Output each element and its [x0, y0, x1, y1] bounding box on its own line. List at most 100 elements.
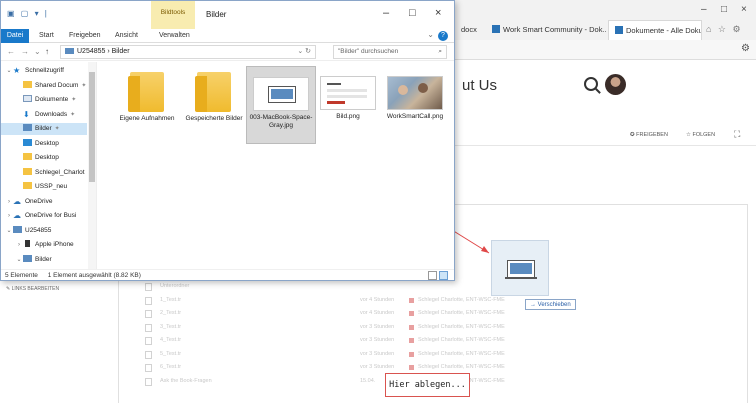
file-name[interactable]: 2_Test.tr — [160, 310, 181, 316]
tab-ansicht[interactable]: Ansicht — [109, 29, 144, 43]
maximize-button[interactable]: □ — [409, 7, 416, 19]
address-controls[interactable]: ⌄ ↻ — [297, 46, 311, 58]
download-icon: ⬇ — [23, 109, 30, 119]
file-item[interactable]: Bild.png — [313, 66, 383, 144]
expand-chevron-icon[interactable]: ⌄ — [5, 65, 13, 77]
nav-item[interactable]: Desktop — [1, 152, 87, 164]
star-icon: ★ — [13, 66, 21, 75]
close-button[interactable]: × — [435, 7, 441, 19]
nav-item[interactable]: ⌄ Bilder — [1, 254, 87, 266]
nav-item[interactable]: Dokumente ✦ — [1, 94, 87, 106]
edit-links-button[interactable]: ✎ LINKS BEARBEITEN — [6, 286, 59, 292]
site-title[interactable]: ut Us — [462, 77, 497, 94]
recent-locations-button[interactable]: ⌄ — [34, 47, 41, 56]
follow-button[interactable]: ☆ FOLGEN — [686, 132, 715, 138]
file-name[interactable]: 5_Test.tr — [160, 351, 181, 357]
title-bar[interactable]: ▣ ▢ ▾ | Bildtools Bilder – □ × — [1, 1, 454, 29]
tab-bildtools[interactable]: Bildtools — [151, 1, 195, 29]
scrollbar-thumb[interactable] — [89, 72, 95, 182]
file-name[interactable]: Ask the Book-Fragen — [160, 378, 212, 384]
nav-item[interactable]: Shared Docum ✦ — [1, 80, 87, 92]
browser-toolbar-icons[interactable]: ⌂ ☆ ⚙ — [706, 24, 743, 35]
tab-datei[interactable]: Datei — [1, 29, 29, 43]
image-thumbnail — [253, 77, 309, 111]
documents-icon — [23, 95, 32, 102]
table-row[interactable]: Unterordner — [145, 282, 545, 294]
share-button[interactable]: ✪ FREIGEBEN — [630, 132, 668, 138]
browser-maximize-button[interactable]: □ — [721, 4, 727, 15]
nav-item[interactable]: › Apple iPhone — [1, 239, 87, 251]
table-row[interactable]: 1_Test.tr vor 4 Stunden Schlegel Charlotte… — [145, 296, 545, 308]
table-row[interactable]: Ask the Book-Fragen15.04.Schlegel Charlo… — [145, 377, 545, 389]
back-button[interactable]: ← — [7, 47, 15, 56]
gear-icon[interactable]: ⚙ — [741, 43, 750, 54]
browser-minimize-button[interactable]: – — [701, 4, 707, 15]
file-name[interactable]: 6_Test.tr — [160, 364, 181, 370]
table-row[interactable]: 5_Test.tr vor 3 Stunden Schlegel Charlotte… — [145, 350, 545, 362]
address-bar[interactable]: U254855 › Bilder ⌄ ↻ — [60, 45, 316, 59]
tab-label: Work Smart Community - Dok... — [503, 25, 606, 34]
file-name[interactable]: 4_Test.tr — [160, 337, 181, 343]
nav-item[interactable]: ⬇ Downloads ✦ — [1, 109, 87, 121]
file-name[interactable]: Unterordner — [160, 283, 189, 289]
expand-chevron-icon[interactable]: › — [5, 196, 13, 208]
nav-item[interactable]: Schlegel_Charlot — [1, 167, 87, 179]
quick-access-toolbar[interactable]: ▣ ▢ ▾ | — [7, 9, 49, 18]
expand-chevron-icon[interactable]: ⌄ — [15, 254, 23, 266]
search-icon[interactable] — [584, 77, 598, 91]
browser-tab-community[interactable]: Work Smart Community - Dok... — [486, 20, 606, 40]
up-button[interactable]: ↑ — [45, 47, 49, 56]
table-row[interactable]: 3_Test.tr vor 3 Stunden Schlegel Charlotte… — [145, 323, 545, 335]
modified-by: Schlegel Charlotte, ENT-WSC-FME — [418, 337, 505, 343]
drop-zone[interactable]: Hier ablegen... — [385, 373, 470, 397]
file-name[interactable]: 1_Test.tr — [160, 297, 181, 303]
expand-chevron-icon[interactable]: › — [15, 239, 23, 251]
modified-date: vor 4 Stunden — [360, 296, 395, 303]
search-input[interactable]: "Bilder" durchsuchen ⌕ — [333, 45, 447, 59]
nav-item[interactable]: › ☁ OneDrive for Busi — [1, 210, 87, 222]
avatar[interactable] — [605, 74, 626, 95]
view-toggle — [426, 271, 448, 283]
expand-chevron-icon[interactable]: ⌄ — [5, 225, 13, 237]
nav-item[interactable]: Desktop — [1, 138, 87, 150]
chevron-down-icon[interactable]: ⌄ — [427, 30, 434, 39]
expand-chevron-icon[interactable]: › — [5, 210, 13, 222]
user-presence-icon — [409, 351, 414, 357]
search-icon[interactable]: ⌕ — [438, 46, 442, 58]
large-icons-view-icon[interactable] — [439, 271, 448, 280]
tab-freigeben[interactable]: Freigeben — [63, 29, 107, 43]
help-icon[interactable]: ? — [438, 31, 448, 41]
tab-verwalten[interactable]: Verwalten — [153, 29, 196, 43]
nav-item[interactable]: ⌄ U254855 — [1, 225, 87, 237]
file-icon — [145, 323, 152, 332]
browser-toolbar: ⚙ — [450, 40, 756, 60]
tab-start[interactable]: Start — [33, 29, 60, 43]
window-title: Bilder — [206, 10, 227, 19]
address-path: U254855 › Bilder — [77, 48, 130, 55]
browser-tab-docx[interactable]: docx — [455, 20, 485, 40]
browser-close-button[interactable]: × — [741, 4, 747, 15]
forward-button[interactable]: → — [21, 47, 29, 56]
file-name[interactable]: 3_Test.tr — [160, 324, 181, 330]
file-item[interactable]: Eigene Aufnahmen — [112, 66, 182, 144]
nav-item[interactable]: Bilder ✦ — [1, 123, 87, 135]
computer-icon — [13, 225, 22, 233]
nav-item[interactable]: USSP_neu — [1, 181, 87, 193]
file-item[interactable]: Gespeicherte Bilder — [179, 66, 249, 144]
table-row[interactable]: 2_Test.tr vor 4 Stunden Schlegel Charlotte… — [145, 309, 545, 321]
nav-item[interactable]: ⌄★ Schnellzugriff — [1, 65, 87, 77]
user-presence-icon — [409, 365, 414, 370]
nav-item-label: USSP_neu — [35, 183, 68, 190]
details-view-icon[interactable] — [428, 271, 437, 280]
drag-ghost-thumbnail[interactable] — [491, 240, 549, 296]
focus-icon[interactable]: ⛶ — [734, 129, 740, 140]
table-row[interactable]: 6_Test.tr vor 3 Stunden Schlegel Charlotte… — [145, 363, 545, 375]
minimize-button[interactable]: – — [383, 7, 389, 19]
file-explorer-window[interactable]: ▣ ▢ ▾ | Bildtools Bilder – □ × Datei Sta… — [0, 0, 455, 281]
nav-item[interactable]: › ☁ OneDrive — [1, 196, 87, 208]
file-item[interactable]: 003-MacBook-Space-Gray.jpg — [246, 66, 316, 144]
navigation-scrollbar[interactable] — [88, 62, 96, 269]
table-row[interactable]: 4_Test.tr vor 3 Stunden Schlegel Charlotte… — [145, 336, 545, 348]
file-item[interactable]: WorkSmartCall.png — [380, 66, 450, 144]
browser-tab-dokumente[interactable]: Dokumente - Alle Dokume...× — [608, 20, 702, 40]
